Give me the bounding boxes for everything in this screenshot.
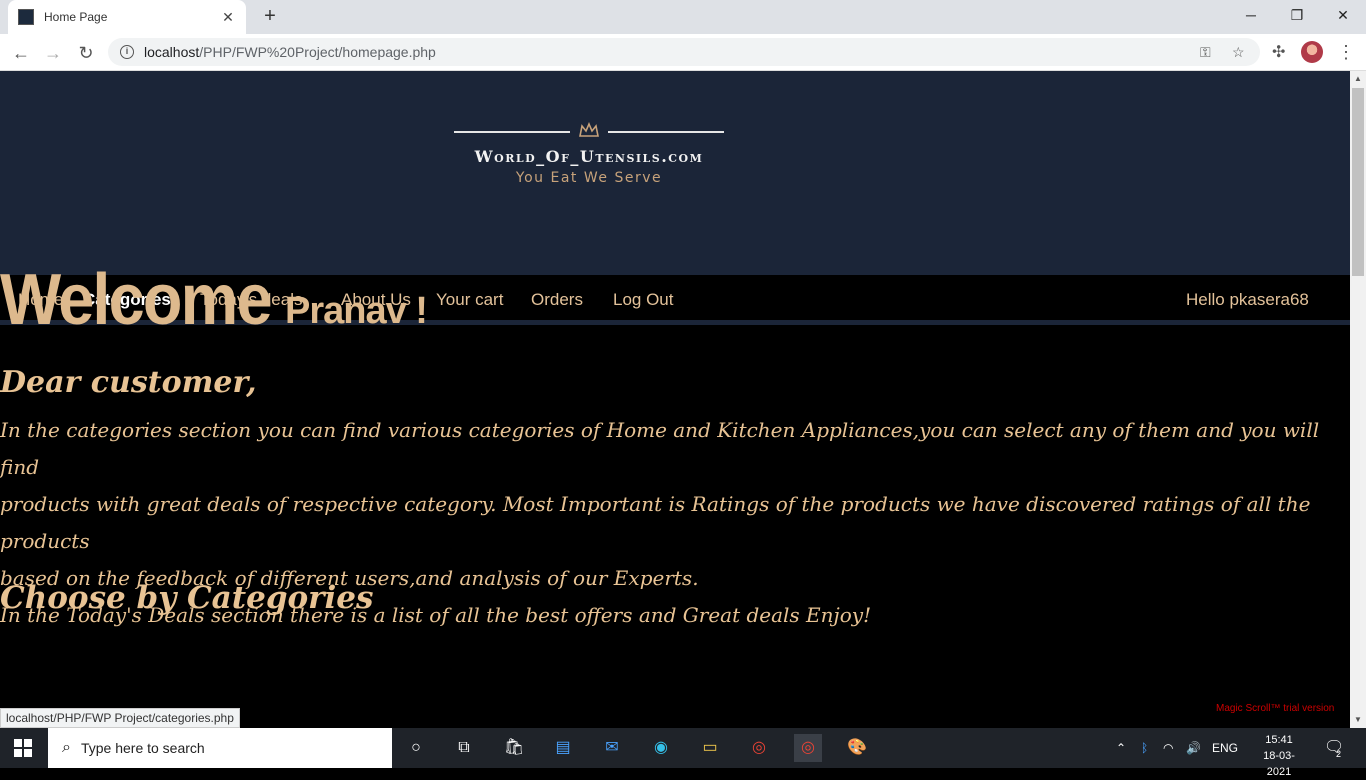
clock-date: 18-03-2021 <box>1263 750 1295 778</box>
close-tab-icon[interactable]: ✕ <box>220 9 236 26</box>
choose-categories-heading: Choose by Categories <box>0 580 374 616</box>
bookmark-star-icon[interactable]: ☆ <box>1232 44 1245 61</box>
chrome-icon[interactable]: ◎ <box>745 734 773 762</box>
cortana-icon[interactable]: ○ <box>402 734 430 762</box>
welcome-heading: Welcome Pranav ! <box>0 259 428 341</box>
notifications-icon[interactable]: 🗨 <box>1324 728 1344 768</box>
tray-chevron-icon[interactable]: ⌃ <box>1116 728 1126 768</box>
site-header: World_Of_Utensils.com You Eat We Serve <box>0 71 1350 275</box>
restore-icon[interactable]: ❐ <box>1274 0 1320 30</box>
news-icon[interactable]: ▤ <box>549 734 577 762</box>
minimize-icon[interactable]: ─ <box>1228 0 1274 30</box>
browser-menu-icon[interactable]: ⋮ <box>1337 40 1355 64</box>
intro-line: products with great deals of respective … <box>0 492 1311 553</box>
url-host: localhost <box>144 44 200 60</box>
profile-avatar[interactable] <box>1301 41 1323 63</box>
scroll-up-icon[interactable]: ▲ <box>1350 71 1366 87</box>
window-close-icon[interactable]: ✕ <box>1320 0 1366 30</box>
browser-tab[interactable]: Home Page ✕ <box>8 0 246 34</box>
volume-icon[interactable]: 🔊 <box>1186 728 1201 768</box>
paint-icon[interactable]: 🎨 <box>843 734 871 762</box>
browser-tab-bar: Home Page ✕ + ─ ❐ ✕ <box>0 0 1366 34</box>
address-bar[interactable]: i localhost/PHP/FWP%20Project/homepage.p… <box>108 38 1260 66</box>
store-icon[interactable]: 🛍 <box>500 734 528 762</box>
logo-line-left <box>454 131 570 133</box>
favicon-icon <box>18 9 34 25</box>
user-greeting: Hello pkasera68 <box>1186 290 1309 309</box>
search-icon: ⌕ <box>62 739 71 756</box>
search-placeholder: Type here to search <box>80 740 205 756</box>
wifi-icon[interactable]: ◠ <box>1163 728 1173 768</box>
clock[interactable]: 15:41 18-03-2021 <box>1254 732 1304 780</box>
welcome-username: Pranav ! <box>285 290 428 332</box>
back-icon[interactable]: ← <box>8 40 34 66</box>
page-scrollbar[interactable]: ▲ ▼ <box>1350 71 1366 728</box>
trial-notice: Magic Scroll™ trial version <box>1216 703 1335 714</box>
key-icon[interactable]: ⚿ <box>1200 44 1211 61</box>
forward-icon[interactable]: → <box>40 40 66 66</box>
task-view-icon[interactable]: ⧉ <box>450 734 478 762</box>
new-tab-icon[interactable]: + <box>259 5 281 27</box>
windows-taskbar: ⌕ Type here to search ○ ⧉ 🛍 ▤ ✉ ◉ ▭ ◎ ◎ … <box>0 728 1366 778</box>
dear-customer-heading: Dear customer, <box>0 365 257 400</box>
tab-title: Home Page <box>44 10 108 24</box>
site-tagline: You Eat We Serve <box>515 170 663 186</box>
browser-toolbar: ← → ↻ i localhost/PHP/FWP%20Project/home… <box>0 34 1366 71</box>
chrome-profile-icon[interactable]: ◎ <box>794 734 822 762</box>
site-name: World_Of_Utensils.com <box>474 147 704 166</box>
nav-log-out[interactable]: Log Out <box>613 290 674 310</box>
intro-line: In the categories section you can find v… <box>0 418 1320 479</box>
url-path: /PHP/FWP%20Project/homepage.php <box>199 44 436 60</box>
notification-count: 2 <box>1336 749 1342 759</box>
nav-your-cart[interactable]: Your cart <box>436 290 503 310</box>
scroll-down-icon[interactable]: ▼ <box>1350 712 1366 728</box>
bluetooth-icon[interactable]: ᛒ <box>1141 728 1148 768</box>
mail-icon[interactable]: ✉ <box>598 734 626 762</box>
scroll-thumb[interactable] <box>1352 88 1364 276</box>
clock-time: 15:41 <box>1265 734 1293 746</box>
info-icon[interactable]: i <box>120 45 134 59</box>
edge-icon[interactable]: ◉ <box>647 734 675 762</box>
welcome-text: Welcome <box>0 260 273 340</box>
logo-line-right <box>608 131 724 133</box>
start-windows-icon[interactable] <box>14 739 32 757</box>
crown-icon <box>579 121 599 137</box>
taskbar-search[interactable]: ⌕ Type here to search <box>48 728 392 768</box>
language-indicator[interactable]: ENG <box>1212 728 1238 768</box>
file-explorer-icon[interactable]: ▭ <box>696 734 724 762</box>
nav-orders[interactable]: Orders <box>531 290 583 310</box>
reload-icon[interactable]: ↻ <box>73 40 99 66</box>
status-link-preview: localhost/PHP/FWP Project/categories.php <box>0 708 240 728</box>
extensions-icon[interactable]: ✣ <box>1272 42 1285 62</box>
